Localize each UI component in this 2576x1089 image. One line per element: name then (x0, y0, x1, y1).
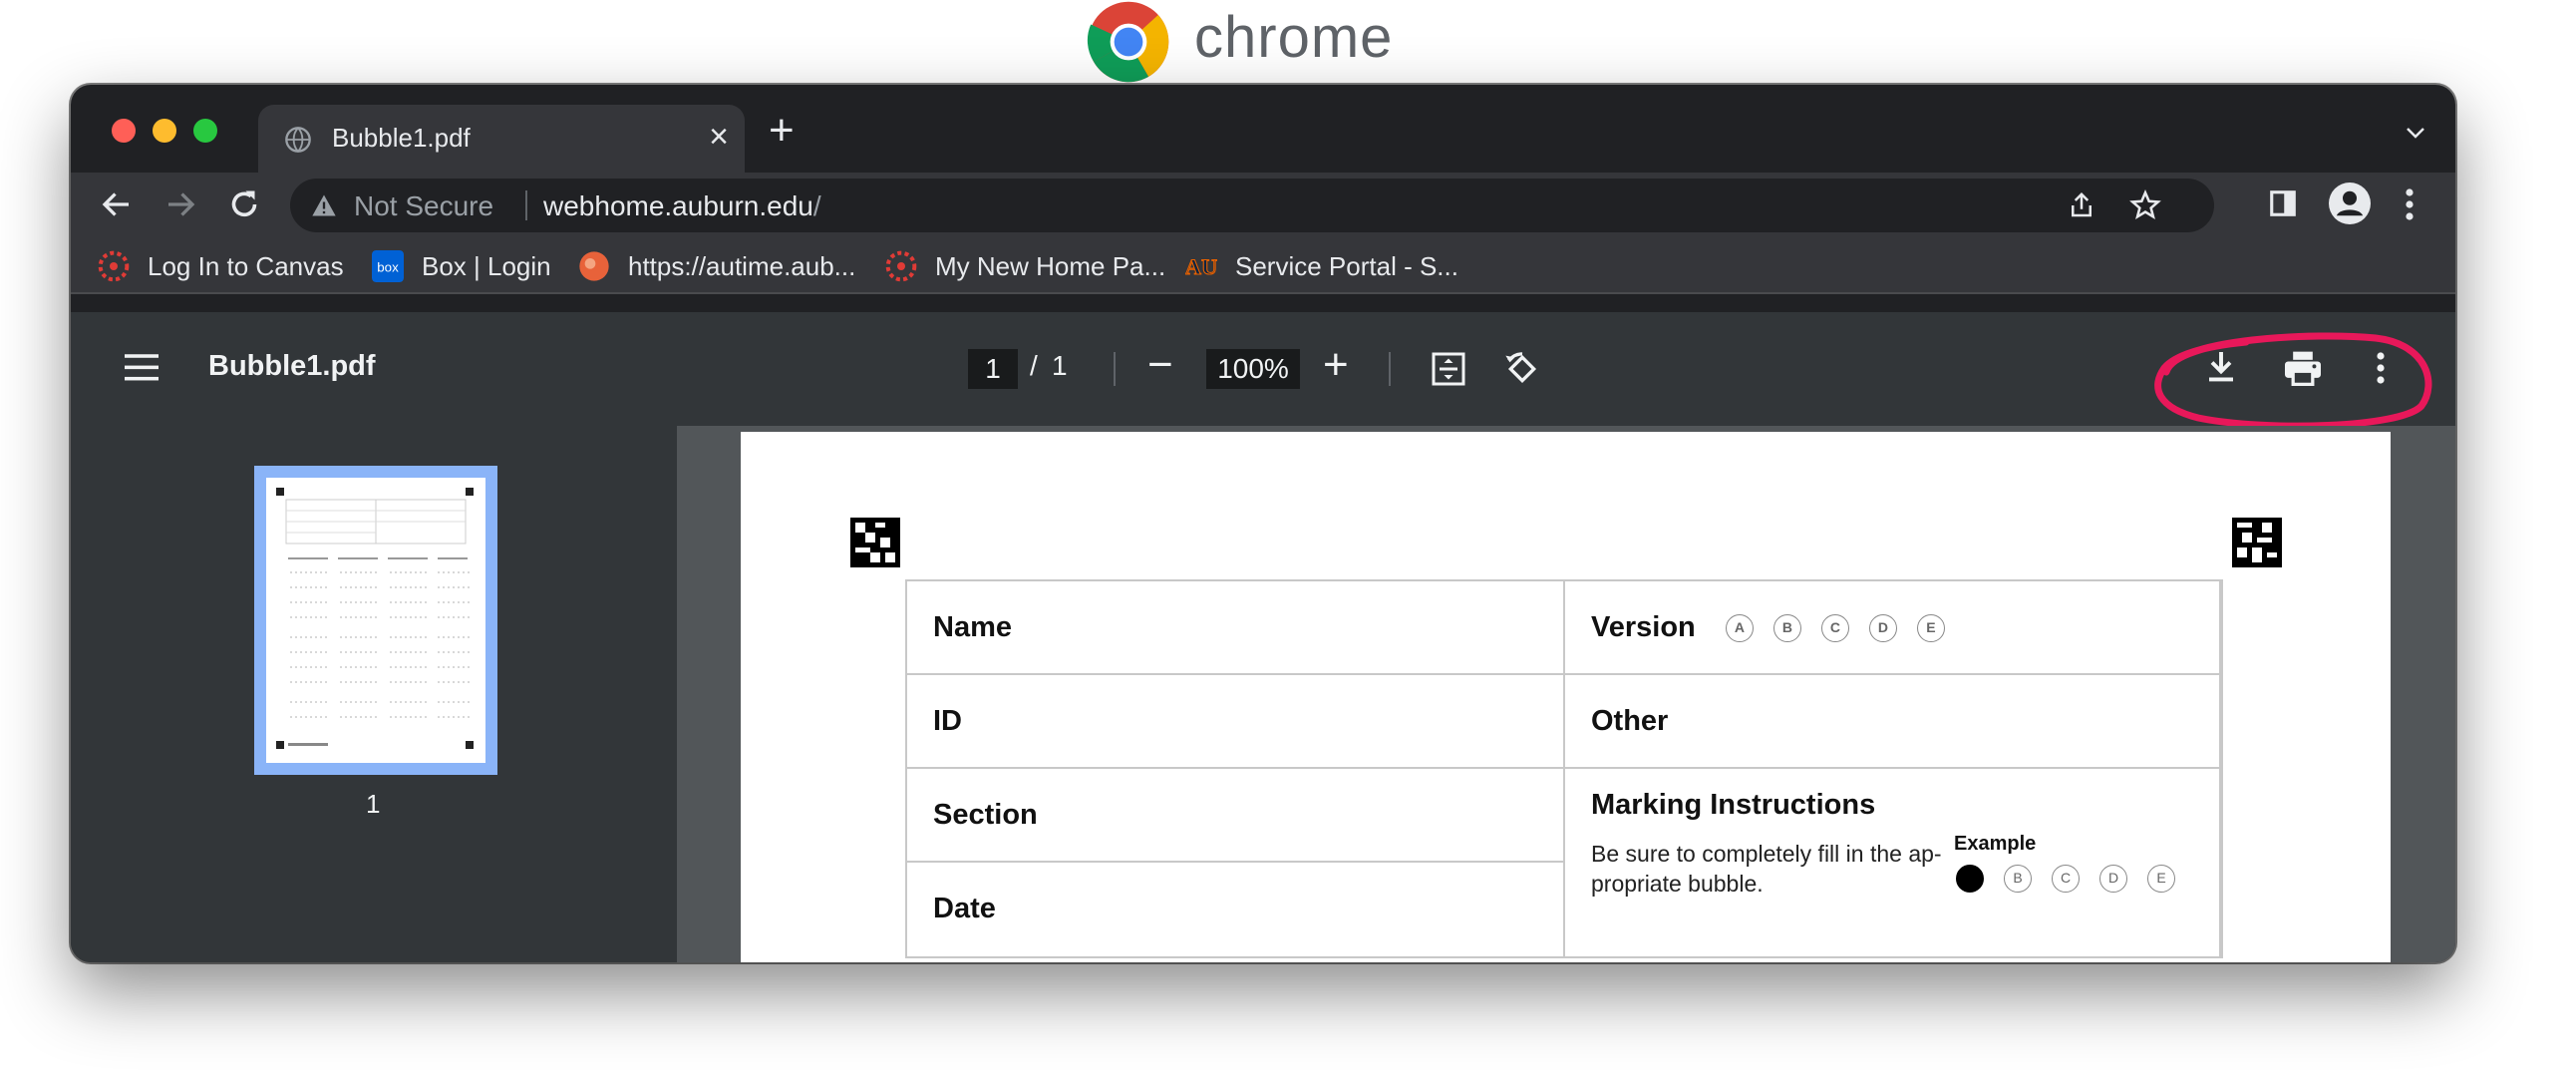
bookmark-box[interactable]: box Box | Login (372, 246, 551, 286)
globe-icon (285, 127, 311, 153)
pdf-file-name: Bubble1.pdf (208, 350, 376, 382)
example-bubble-c: C (2052, 865, 2080, 893)
version-bubble-c[interactable]: C (1820, 614, 1849, 643)
browser-toolbar: Not Secure webhome.auburn.edu/ (71, 173, 2455, 236)
example-bubble-d: D (2099, 865, 2127, 893)
qr-marker-icon (2232, 518, 2282, 567)
name-label: Name (933, 611, 1012, 643)
autime-logo-icon (579, 251, 609, 281)
bookmark-label: Box | Login (422, 250, 551, 281)
reload-icon[interactable] (226, 186, 262, 222)
bookmarks-bar: Log In to Canvas box Box | Login https:/… (71, 236, 2455, 294)
bookmark-service-portal[interactable]: AU Service Portal - S... (1185, 246, 1458, 286)
url-path: / (812, 190, 821, 221)
pdf-content-area[interactable]: Name ID Section Date Version ABCDE Other… (677, 426, 2455, 962)
bookmark-canvas[interactable]: Log In to Canvas (98, 246, 344, 286)
close-window-button[interactable] (112, 119, 136, 143)
warning-icon[interactable] (310, 192, 338, 218)
tab-title: Bubble1.pdf (332, 123, 471, 153)
section-label: Section (933, 799, 1038, 831)
fit-to-page-icon[interactable] (1431, 351, 1466, 387)
tab-close-button[interactable]: × (709, 119, 729, 155)
minimize-window-button[interactable] (153, 119, 176, 143)
browser-window: Bubble1.pdf × + Not Secure webhome.aubur… (71, 85, 2455, 962)
marking-instructions-title: Marking Instructions (1591, 789, 1876, 821)
sidebar-menu-icon[interactable] (125, 352, 159, 382)
section-field[interactable]: Section (905, 767, 1565, 863)
header-form: Name ID Section Date Version ABCDE Other… (905, 579, 2223, 958)
chevron-down-icon[interactable] (2404, 121, 2427, 145)
marking-instructions-box: Marking Instructions Be sure to complete… (1563, 767, 2223, 958)
toolbar-divider (1114, 352, 1116, 386)
zoom-out-button[interactable]: − (1147, 340, 1173, 390)
example-bubble-e: E (2147, 865, 2175, 893)
version-label: Version ABCDE (1591, 611, 1965, 644)
bookmark-star-icon[interactable] (2128, 188, 2162, 222)
other-label: Other (1591, 705, 1669, 737)
maximize-window-button[interactable] (193, 119, 217, 143)
name-field[interactable]: Name (905, 579, 1565, 675)
auburn-logo-icon: AU (1185, 253, 1217, 279)
date-field[interactable]: Date (905, 861, 1565, 958)
example-bubbles: BCDE (1956, 865, 2195, 893)
zoom-level-input[interactable]: 100% (1206, 349, 1300, 389)
box-logo-icon: box (372, 250, 404, 282)
bookmark-label: https://autime.aub... (628, 250, 856, 281)
back-arrow-icon[interactable] (99, 186, 135, 222)
bookmark-new-home-page[interactable]: My New Home Pa... (885, 246, 1165, 286)
example-bubble-filled (1956, 865, 1984, 893)
page-number-input[interactable]: 1 (968, 349, 1018, 389)
pdf-thumbnail-sidebar: 1 (71, 426, 677, 962)
svg-text:AU: AU (1185, 254, 1217, 279)
version-bubble-e[interactable]: E (1916, 614, 1945, 643)
pdf-page: Name ID Section Date Version ABCDE Other… (741, 432, 2391, 962)
example-bubble-b: B (2004, 865, 2032, 893)
chrome-logo-icon (1087, 1, 1169, 83)
chrome-wordmark: chrome (1194, 5, 1394, 70)
address-divider (525, 190, 527, 220)
annotation-circle (2154, 332, 2432, 428)
date-label: Date (933, 893, 996, 924)
example-label: Example (1954, 833, 2037, 855)
version-bubble-b[interactable]: B (1772, 614, 1801, 643)
forward-arrow-icon[interactable] (162, 186, 198, 222)
svg-text:box: box (377, 259, 399, 274)
address-bar[interactable]: Not Secure webhome.auburn.edu/ (290, 179, 2214, 232)
id-label: ID (933, 705, 962, 737)
marking-instructions-text: Be sure to completely fill in the ap-pro… (1591, 841, 1942, 897)
bookmark-autime[interactable]: https://autime.aub... (578, 246, 855, 286)
canvas-logo-icon (98, 250, 130, 282)
page-separator: / (1030, 350, 1038, 381)
tab-bubble1-pdf[interactable]: Bubble1.pdf × (258, 105, 745, 173)
pdf-toolbar: Bubble1.pdf 1 / 1 − 100% + (71, 312, 2455, 428)
bookmark-label: Log In to Canvas (148, 250, 344, 281)
thumbnail-page-preview (266, 478, 485, 763)
version-bubble-d[interactable]: D (1868, 614, 1897, 643)
id-field[interactable]: ID (905, 673, 1565, 769)
page-total: 1 (1052, 350, 1068, 381)
version-field: Version ABCDE (1563, 579, 2223, 675)
url-text[interactable]: webhome.auburn.edu/ (543, 190, 821, 222)
other-field[interactable]: Other (1563, 673, 2223, 769)
canvas-logo-icon (885, 250, 917, 282)
zoom-in-button[interactable]: + (1323, 340, 1349, 390)
side-panel-icon[interactable] (2268, 188, 2298, 218)
bookmark-label: My New Home Pa... (935, 250, 1166, 281)
share-icon[interactable] (2067, 190, 2096, 220)
page-thumbnail[interactable] (254, 466, 497, 775)
version-label-text: Version (1591, 611, 1696, 643)
thumbnail-page-number: 1 (366, 789, 381, 819)
version-bubble-a[interactable]: A (1725, 614, 1754, 643)
toolbar-divider (1389, 352, 1391, 386)
bookmark-label: Service Portal - S... (1235, 250, 1458, 281)
new-tab-button[interactable]: + (769, 109, 795, 153)
profile-avatar-icon[interactable] (2329, 182, 2371, 224)
url-host: webhome.auburn.edu (543, 190, 813, 221)
not-secure-label[interactable]: Not Secure (354, 190, 493, 222)
browser-menu-icon[interactable] (2404, 186, 2415, 222)
qr-marker-icon (850, 518, 900, 567)
rotate-icon[interactable] (1502, 349, 1542, 389)
